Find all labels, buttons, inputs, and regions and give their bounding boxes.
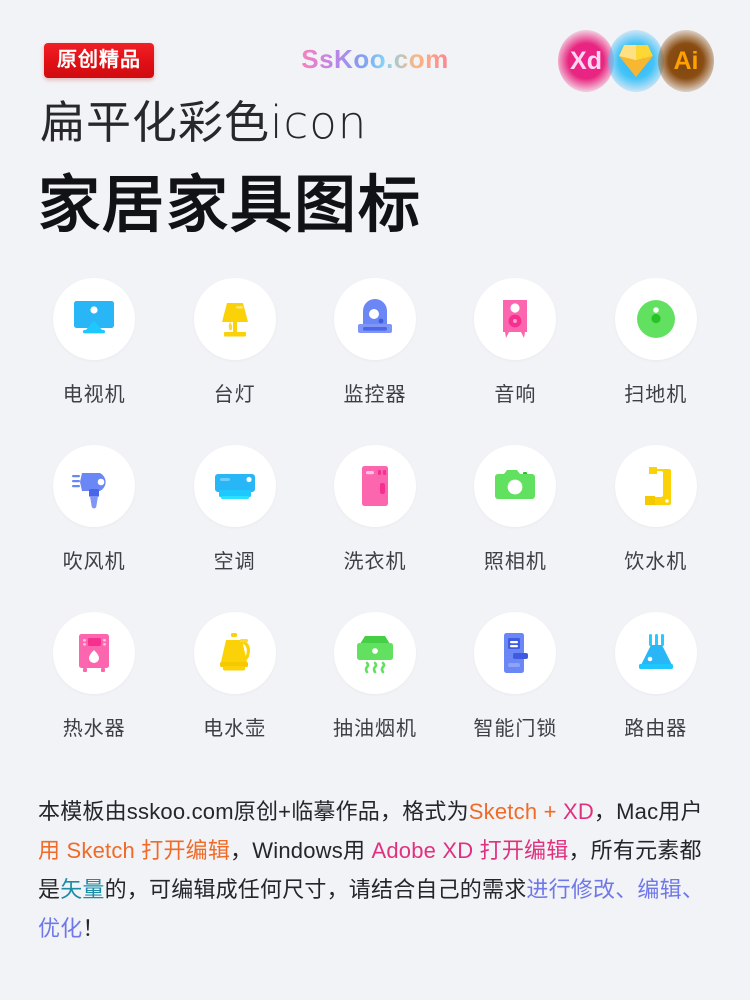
wifi-router-icon [638,634,673,669]
icon-circle [333,612,416,694]
icon-cell-security-monitor[interactable]: 监控器 [305,278,445,407]
icon-label: 台灯 [213,384,256,406]
footer-seg-xd-open: Adobe XD 打开编辑 [371,838,569,864]
television-icon [74,301,115,334]
icon-cell-wifi-router[interactable]: 路由器 [586,612,726,741]
icon-circle [474,612,557,694]
icon-cell-robot-vacuum[interactable]: 扫地机 [586,278,726,407]
adobe-xd-badge-label: Xd [570,46,602,75]
original-quality-badge: 原创精品 [44,43,154,78]
icon-cell-television[interactable]: 电视机 [24,278,164,407]
icon-cell-water-heater[interactable]: 热水器 [24,612,164,741]
robot-vacuum-icon [636,300,675,338]
footer-description: 本模板由sskoo.com原创+临摹作品，格式为Sketch + XD，Mac用… [38,792,714,949]
icon-label: 扫地机 [624,384,688,406]
electric-kettle-icon [219,633,250,671]
icon-cell-hair-dryer[interactable]: 吹风机 [24,445,164,574]
icon-circle [53,278,136,360]
page-title: 家居家具图标 [38,171,423,240]
hair-dryer-icon [72,473,106,509]
icon-circle [193,445,276,527]
sketch-badge [608,30,664,92]
smart-door-lock-icon [504,633,529,673]
icon-label: 热水器 [62,718,126,740]
icon-label: 空调 [213,551,256,573]
icon-label: 电水壶 [203,718,267,740]
icon-cell-electric-kettle[interactable]: 电水壶 [164,612,304,741]
footer-seg-sketch: Sketch [468,799,538,824]
sketch-diamond-icon [619,45,653,77]
icon-circle [193,612,276,694]
header: 原创精品 SsKoo.com Xd Ai [0,0,750,95]
washing-machine-icon [361,466,388,506]
footer-seg-2: ，Mac用户 [593,799,703,824]
desk-lamp-icon [221,303,248,337]
icon-label: 洗衣机 [343,551,407,573]
adobe-illustrator-badge-label: Ai [673,46,699,75]
footer-seg-1: 本模板由sskoo.com原创+临摹作品，格式为 [38,799,469,824]
icon-label: 智能门锁 [473,718,558,740]
icon-circle [53,445,136,527]
icon-circle [193,278,276,360]
water-heater-icon [79,634,110,672]
site-logo-text: SsKoo.com [301,44,449,74]
icon-label: 电视机 [62,384,126,406]
icon-label: 抽油烟机 [332,718,417,740]
icon-grid: 电视机 台灯 监控器 音响 扫地机 吹风机 空调 洗衣机 照相机 饮水机 热水器… [0,278,750,741]
icon-circle [614,445,697,527]
poster-root: 原创精品 SsKoo.com Xd Ai 扁平化彩色icon 家居家具图标 电视… [0,0,750,1000]
adobe-xd-badge: Xd [558,30,614,92]
icon-cell-camera[interactable]: 照相机 [445,445,585,574]
footer-seg-5: 的，可编辑成任何尺寸，请结合自己的需求 [104,877,527,903]
footer-seg-vector: 矢量 [60,877,105,903]
icon-label: 饮水机 [624,551,688,573]
icon-circle [333,445,416,527]
app-format-badges: Xd Ai [558,30,714,92]
footer-seg-plus: + [537,799,563,824]
icon-cell-washing-machine[interactable]: 洗衣机 [305,445,445,574]
icon-circle [614,612,697,694]
icon-circle [474,445,557,527]
icon-cell-air-conditioner[interactable]: 空调 [164,445,304,574]
icon-cell-speaker[interactable]: 音响 [445,278,585,407]
footer-seg-xd: XD [562,799,594,824]
icon-cell-range-hood[interactable]: 抽油烟机 [305,612,445,741]
icon-circle [333,278,416,360]
icon-label: 音响 [494,384,537,406]
icon-circle [614,278,697,360]
camera-icon [495,470,536,499]
footer-seg-sketch-open: 用 Sketch 打开编辑 [38,838,231,864]
icon-label: 监控器 [343,384,407,406]
footer-seg-6: ！ [82,916,105,942]
icon-cell-smart-door-lock[interactable]: 智能门锁 [445,612,585,741]
air-conditioner-icon [214,474,255,499]
icon-circle [53,612,136,694]
speaker-icon [503,300,528,338]
security-monitor-icon [357,299,392,333]
icon-cell-desk-lamp[interactable]: 台灯 [164,278,304,407]
icon-cell-water-dispenser[interactable]: 饮水机 [586,445,726,574]
adobe-illustrator-badge: Ai [658,30,714,92]
icon-label: 吹风机 [62,551,126,573]
water-dispenser-icon [644,467,671,505]
icon-label: 照相机 [483,551,547,573]
subtitle: 扁平化彩色icon [40,96,368,149]
icon-label: 路由器 [624,718,688,740]
range-hood-icon [356,636,393,674]
footer-seg-3: ，Windows用 [230,838,372,864]
icon-circle [474,278,557,360]
